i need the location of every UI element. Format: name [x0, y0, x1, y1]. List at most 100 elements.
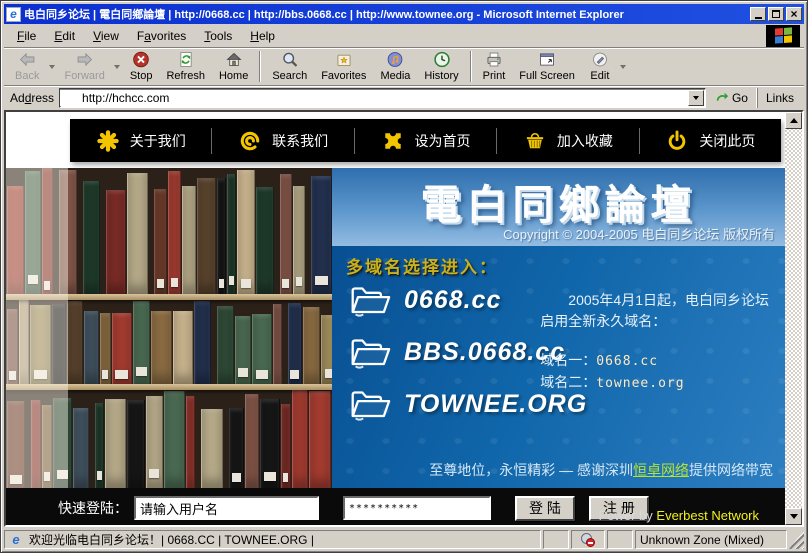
status-panel-empty	[607, 530, 633, 549]
domains-heading: 多域名选择进入：	[346, 253, 498, 278]
history-button[interactable]: History	[417, 49, 465, 84]
menu-file[interactable]: File	[8, 26, 45, 46]
folder-icon	[346, 334, 392, 371]
restricted-globe-icon	[581, 533, 595, 547]
address-input[interactable]	[60, 90, 688, 106]
toolbar-separator	[259, 51, 261, 82]
back-dropdown[interactable]	[46, 49, 57, 84]
domain-one-line: 域名一：0668.cc	[540, 350, 769, 372]
status-message-panel: 欢迎光临电白同乡论坛！| 0668.CC | TOWNEE.ORG |	[4, 530, 541, 549]
status-zone-icon-panel	[571, 530, 605, 549]
power-icon	[665, 129, 689, 153]
go-button[interactable]: Go	[711, 91, 752, 105]
edit-button[interactable]: Edit	[582, 49, 618, 84]
stop-icon	[130, 50, 152, 69]
quick-login-bar: 快速登陆： 登 陆 注 册 Power by Everbest Network	[6, 488, 785, 525]
ie-page-icon	[9, 533, 23, 547]
maximize-button[interactable]	[768, 7, 784, 21]
security-zone-panel: Unknown Zone (Mixed)	[635, 530, 787, 549]
maximize-icon	[772, 10, 780, 18]
vertical-scrollbar[interactable]	[785, 112, 802, 525]
status-message: 欢迎光临电白同乡论坛！| 0668.CC | TOWNEE.ORG |	[29, 531, 314, 548]
forward-arrow-icon	[74, 50, 96, 69]
window-title: 电白同乡论坛 | 電白同鄉論壇 | http://0668.cc | http:…	[24, 6, 748, 22]
media-icon	[384, 50, 406, 69]
home-button[interactable]: Home	[212, 49, 255, 84]
address-dropdown-button[interactable]	[688, 90, 704, 106]
close-icon	[790, 5, 797, 23]
scroll-down-button[interactable]	[785, 508, 802, 525]
ie-logo-icon	[6, 7, 21, 22]
fullscreen-button[interactable]: Full Screen	[512, 49, 582, 84]
folder-icon	[346, 282, 392, 319]
standard-toolbar: Back Forward Stop Refresh	[4, 48, 804, 86]
ie-throbber	[766, 25, 800, 47]
edit-dropdown[interactable]	[618, 49, 629, 84]
home-icon	[223, 50, 245, 69]
refresh-icon	[175, 50, 197, 69]
gear-icon	[381, 129, 405, 153]
print-icon	[483, 50, 505, 69]
toolbar-separator	[470, 51, 472, 82]
title-bar[interactable]: 电白同乡论坛 | 電白同鄉論壇 | http://0668.cc | http:…	[4, 4, 804, 24]
media-button[interactable]: Media	[373, 49, 417, 84]
banner-title-band: 電白同鄉論壇 Copyright © 2004-2005 电白同乡论坛 版权所有	[332, 168, 785, 246]
domain-two-line: 域名二：townee.org	[540, 372, 769, 394]
basket-icon	[523, 129, 547, 153]
menu-edit[interactable]: Edit	[45, 26, 84, 46]
menu-help[interactable]: Help	[241, 26, 284, 46]
refresh-button[interactable]: Refresh	[159, 49, 212, 84]
favorites-button[interactable]: Favorites	[314, 49, 373, 84]
menu-favorites[interactable]: Favorites	[128, 26, 195, 46]
links-bar[interactable]: Links	[757, 88, 800, 108]
nav-add-favorite[interactable]: 加入收藏	[497, 119, 638, 162]
site-title: 電白同鄉論壇	[332, 168, 785, 231]
forward-button[interactable]: Forward	[57, 49, 111, 84]
web-page: 关于我们 联系我们 设为首页	[6, 112, 785, 525]
at-spiral-icon	[238, 129, 262, 153]
fullscreen-icon	[536, 50, 558, 69]
scrollbar-track[interactable]	[785, 129, 802, 508]
nav-contact[interactable]: 联系我们	[212, 119, 353, 162]
favorites-icon	[333, 50, 355, 69]
menu-tools[interactable]: Tools	[195, 26, 241, 46]
up-arrow-icon	[790, 118, 798, 123]
nav-set-homepage[interactable]: 设为首页	[355, 119, 496, 162]
search-button[interactable]: Search	[265, 49, 314, 84]
sponsor-link[interactable]: 恒卓网络	[633, 462, 689, 478]
menu-bar: File Edit View Favorites Tools Help	[4, 24, 804, 48]
address-label: Address	[8, 91, 54, 105]
forum-banner-panel: 電白同鄉論壇 Copyright © 2004-2005 电白同乡论坛 版权所有…	[332, 168, 785, 488]
hero-section: 電白同鄉論壇 Copyright © 2004-2005 电白同乡论坛 版权所有…	[6, 168, 785, 488]
scroll-up-button[interactable]	[785, 112, 802, 129]
menu-view[interactable]: View	[84, 26, 128, 46]
nav-close-page[interactable]: 关闭此页	[640, 119, 781, 162]
go-arrow-icon	[715, 91, 729, 105]
status-panel-empty	[543, 530, 569, 549]
back-button[interactable]: Back	[8, 49, 46, 84]
print-button[interactable]: Print	[476, 49, 513, 84]
address-bar: Address Go Links	[4, 86, 804, 110]
edit-icon	[589, 50, 611, 69]
browser-window: 电白同乡论坛 | 電白同鄉論壇 | http://0668.cc | http:…	[0, 0, 808, 553]
status-bar: 欢迎光临电白同乡论坛！| 0668.CC | TOWNEE.ORG | Unkn…	[4, 527, 804, 549]
nav-about[interactable]: 关于我们	[70, 119, 211, 162]
history-icon	[431, 50, 453, 69]
password-input[interactable]	[343, 496, 491, 520]
resize-grip[interactable]	[789, 530, 804, 549]
username-input[interactable]	[134, 496, 319, 520]
everbest-link[interactable]: Everbest Network	[656, 508, 759, 523]
sponsor-line: 至尊地位，永恒精彩 — 感谢深圳恒卓网络提供网络带宽	[429, 460, 773, 480]
search-icon	[279, 50, 301, 69]
domain-notice: 2005年4月1日起，电白同乡论坛 启用全新永久域名： 域名一：0668.cc …	[540, 290, 769, 393]
forward-dropdown[interactable]	[112, 49, 123, 84]
banner-body: 多域名选择进入： 0668.cc	[332, 246, 785, 488]
stop-button[interactable]: Stop	[123, 49, 160, 84]
login-button[interactable]: 登 陆	[515, 496, 575, 521]
photo-highlight	[6, 168, 68, 488]
asterisk-icon	[96, 129, 120, 153]
windows-flag-icon	[775, 27, 792, 43]
minimize-button[interactable]	[750, 7, 766, 21]
quick-login-label: 快速登陆：	[58, 498, 128, 518]
close-button[interactable]	[786, 7, 802, 21]
